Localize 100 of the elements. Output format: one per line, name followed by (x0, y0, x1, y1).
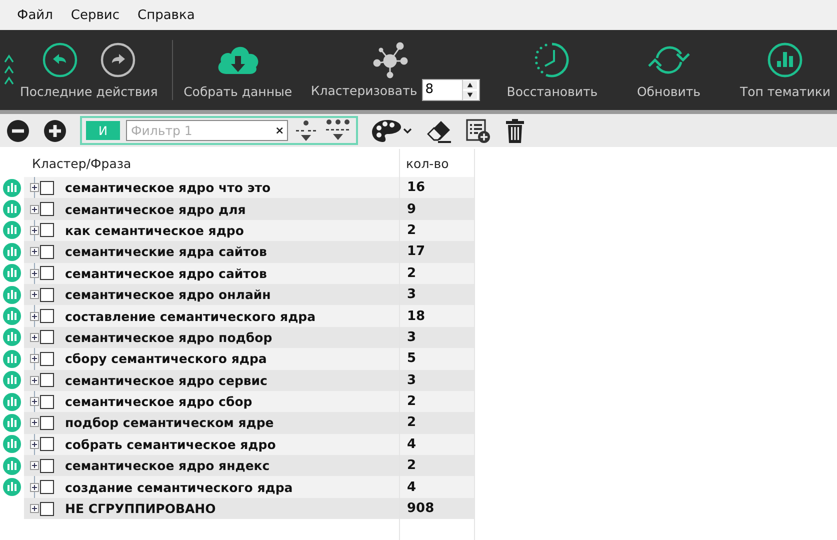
phrase-text: семантическое ядро сайтов (65, 266, 267, 281)
cluster-chart-icon (3, 178, 21, 197)
palette-icon[interactable] (371, 118, 413, 144)
count-cell: 4 (407, 436, 416, 452)
count-cell: 5 (407, 351, 416, 366)
collapse-all-icon[interactable] (6, 118, 30, 142)
expand-icon[interactable] (30, 440, 39, 449)
count-cell: 18 (407, 308, 426, 324)
menu-item[interactable]: Сервис (62, 8, 129, 22)
count-cell: 4 (407, 480, 416, 495)
row-checkbox[interactable] (40, 266, 54, 280)
clear-button[interactable]: × (275, 124, 284, 137)
count-cell: 17 (407, 244, 426, 260)
spin-down-icon[interactable] (463, 91, 478, 99)
toolbar-label: Кластеризовать (310, 82, 418, 98)
count-cell: 908 (407, 501, 434, 516)
bar-chart-icon (767, 42, 804, 78)
cluster-chart-icon (3, 371, 21, 390)
expand-icon[interactable] (30, 376, 39, 385)
phrase-text: сбору семантического ядра (65, 351, 267, 366)
expand-icon[interactable] (30, 268, 39, 278)
spin-up-icon[interactable] (463, 81, 478, 89)
expand-icon[interactable] (30, 461, 39, 470)
row-checkbox[interactable] (40, 309, 54, 324)
row-checkbox[interactable] (40, 352, 54, 366)
cluster-chart-icon (3, 307, 21, 326)
cluster-chart-icon (3, 478, 21, 496)
restore-button[interactable]: Восстановить (502, 42, 602, 98)
row-checkbox[interactable] (40, 458, 54, 473)
row-checkbox[interactable] (40, 288, 54, 302)
expand-icon[interactable] (30, 312, 39, 321)
expand-icon[interactable] (30, 247, 39, 256)
phrase-text: семантическое ядро сбор (65, 394, 252, 410)
filter-field[interactable]: Фильтр 1 × (126, 120, 288, 141)
collect-data-button[interactable]: Собрать данные (182, 42, 293, 98)
row-checkbox[interactable] (40, 180, 54, 195)
count-cell: 3 (407, 330, 416, 345)
phrase-text: семантическое ядро что это (65, 180, 271, 196)
phrase-text: семантическое ядро сервис (65, 372, 268, 388)
count-cell: 2 (407, 266, 416, 281)
count-cell: 2 (407, 458, 416, 474)
expand-icon[interactable] (30, 354, 39, 364)
row-checkbox[interactable] (40, 437, 54, 452)
cluster-chart-icon (3, 435, 21, 454)
filter-down-icon[interactable] (294, 118, 318, 142)
cluster-chart-icon (3, 350, 21, 368)
cluster-chart-icon (3, 200, 21, 218)
redo-icon[interactable] (100, 42, 136, 78)
cluster-chart-icon (3, 242, 21, 261)
row-checkbox[interactable] (40, 202, 54, 216)
expand-icon[interactable] (30, 204, 39, 214)
expand-icon[interactable] (30, 332, 39, 342)
phrase-text: собрать семантическое ядро (65, 436, 276, 452)
cluster-chart-icon (3, 264, 21, 282)
cluster-chart-icon (3, 286, 21, 304)
column-header[interactable]: кол-во (406, 156, 449, 170)
expand-icon[interactable] (30, 226, 39, 235)
expand-all-icon[interactable] (43, 118, 67, 142)
phrase-text: как семантическое ядро (65, 222, 244, 238)
expand-icon[interactable] (30, 504, 39, 514)
count-cell: 2 (407, 415, 416, 430)
cluster-chart-icon (3, 221, 21, 240)
top-topics-button[interactable]: Топ тематики (735, 42, 836, 98)
count-cell: 2 (407, 394, 416, 410)
expand-icon[interactable] (30, 397, 39, 406)
phrase-text: создание семантического ядра (65, 480, 293, 495)
phrase-text: семантическое ядро онлайн (65, 287, 271, 302)
count-cell: 3 (407, 372, 416, 388)
phrase-text: составление семантического ядра (65, 308, 316, 324)
count-cell: 9 (407, 202, 416, 217)
row-checkbox[interactable] (40, 394, 54, 409)
row-checkbox[interactable] (40, 480, 54, 494)
column-header[interactable]: Кластер/Фраза (32, 156, 132, 170)
row-checkbox[interactable] (40, 330, 54, 344)
row-checkbox[interactable] (40, 502, 54, 516)
phrase-text: подбор семантическом ядре (65, 415, 274, 430)
menu-item[interactable]: Файл (8, 8, 62, 22)
row-checkbox[interactable] (40, 223, 54, 238)
count-cell: 16 (407, 180, 426, 196)
trash-icon[interactable] (504, 118, 526, 144)
list-add-icon[interactable] (465, 118, 491, 144)
row-checkbox[interactable] (40, 244, 54, 259)
expand-icon[interactable] (30, 183, 39, 192)
row-checkbox[interactable] (40, 416, 54, 430)
expand-icon[interactable] (30, 418, 39, 428)
menu-item[interactable]: Справка (128, 8, 204, 22)
phrase-text: семантическое ядро для (65, 202, 246, 217)
cluster-count-spinbox[interactable]: 8 (422, 79, 480, 101)
count-cell: 3 (407, 287, 416, 302)
row-checkbox[interactable] (40, 373, 54, 388)
filter-multi-icon[interactable] (324, 118, 352, 142)
cluster-chart-icon (3, 414, 21, 432)
refresh-button[interactable]: Обновить (626, 42, 712, 98)
expand-icon[interactable] (30, 482, 39, 492)
phrase-text: семантическое ядро подбор (65, 330, 272, 345)
phrase-text: семантическое ядро яндекс (65, 458, 270, 474)
phrase-text: НЕ СГРУППИРОВАНО (65, 501, 216, 516)
undo-icon[interactable] (42, 42, 78, 78)
collapse-chevrons-icon[interactable] (4, 53, 14, 87)
expand-icon[interactable] (30, 290, 39, 300)
